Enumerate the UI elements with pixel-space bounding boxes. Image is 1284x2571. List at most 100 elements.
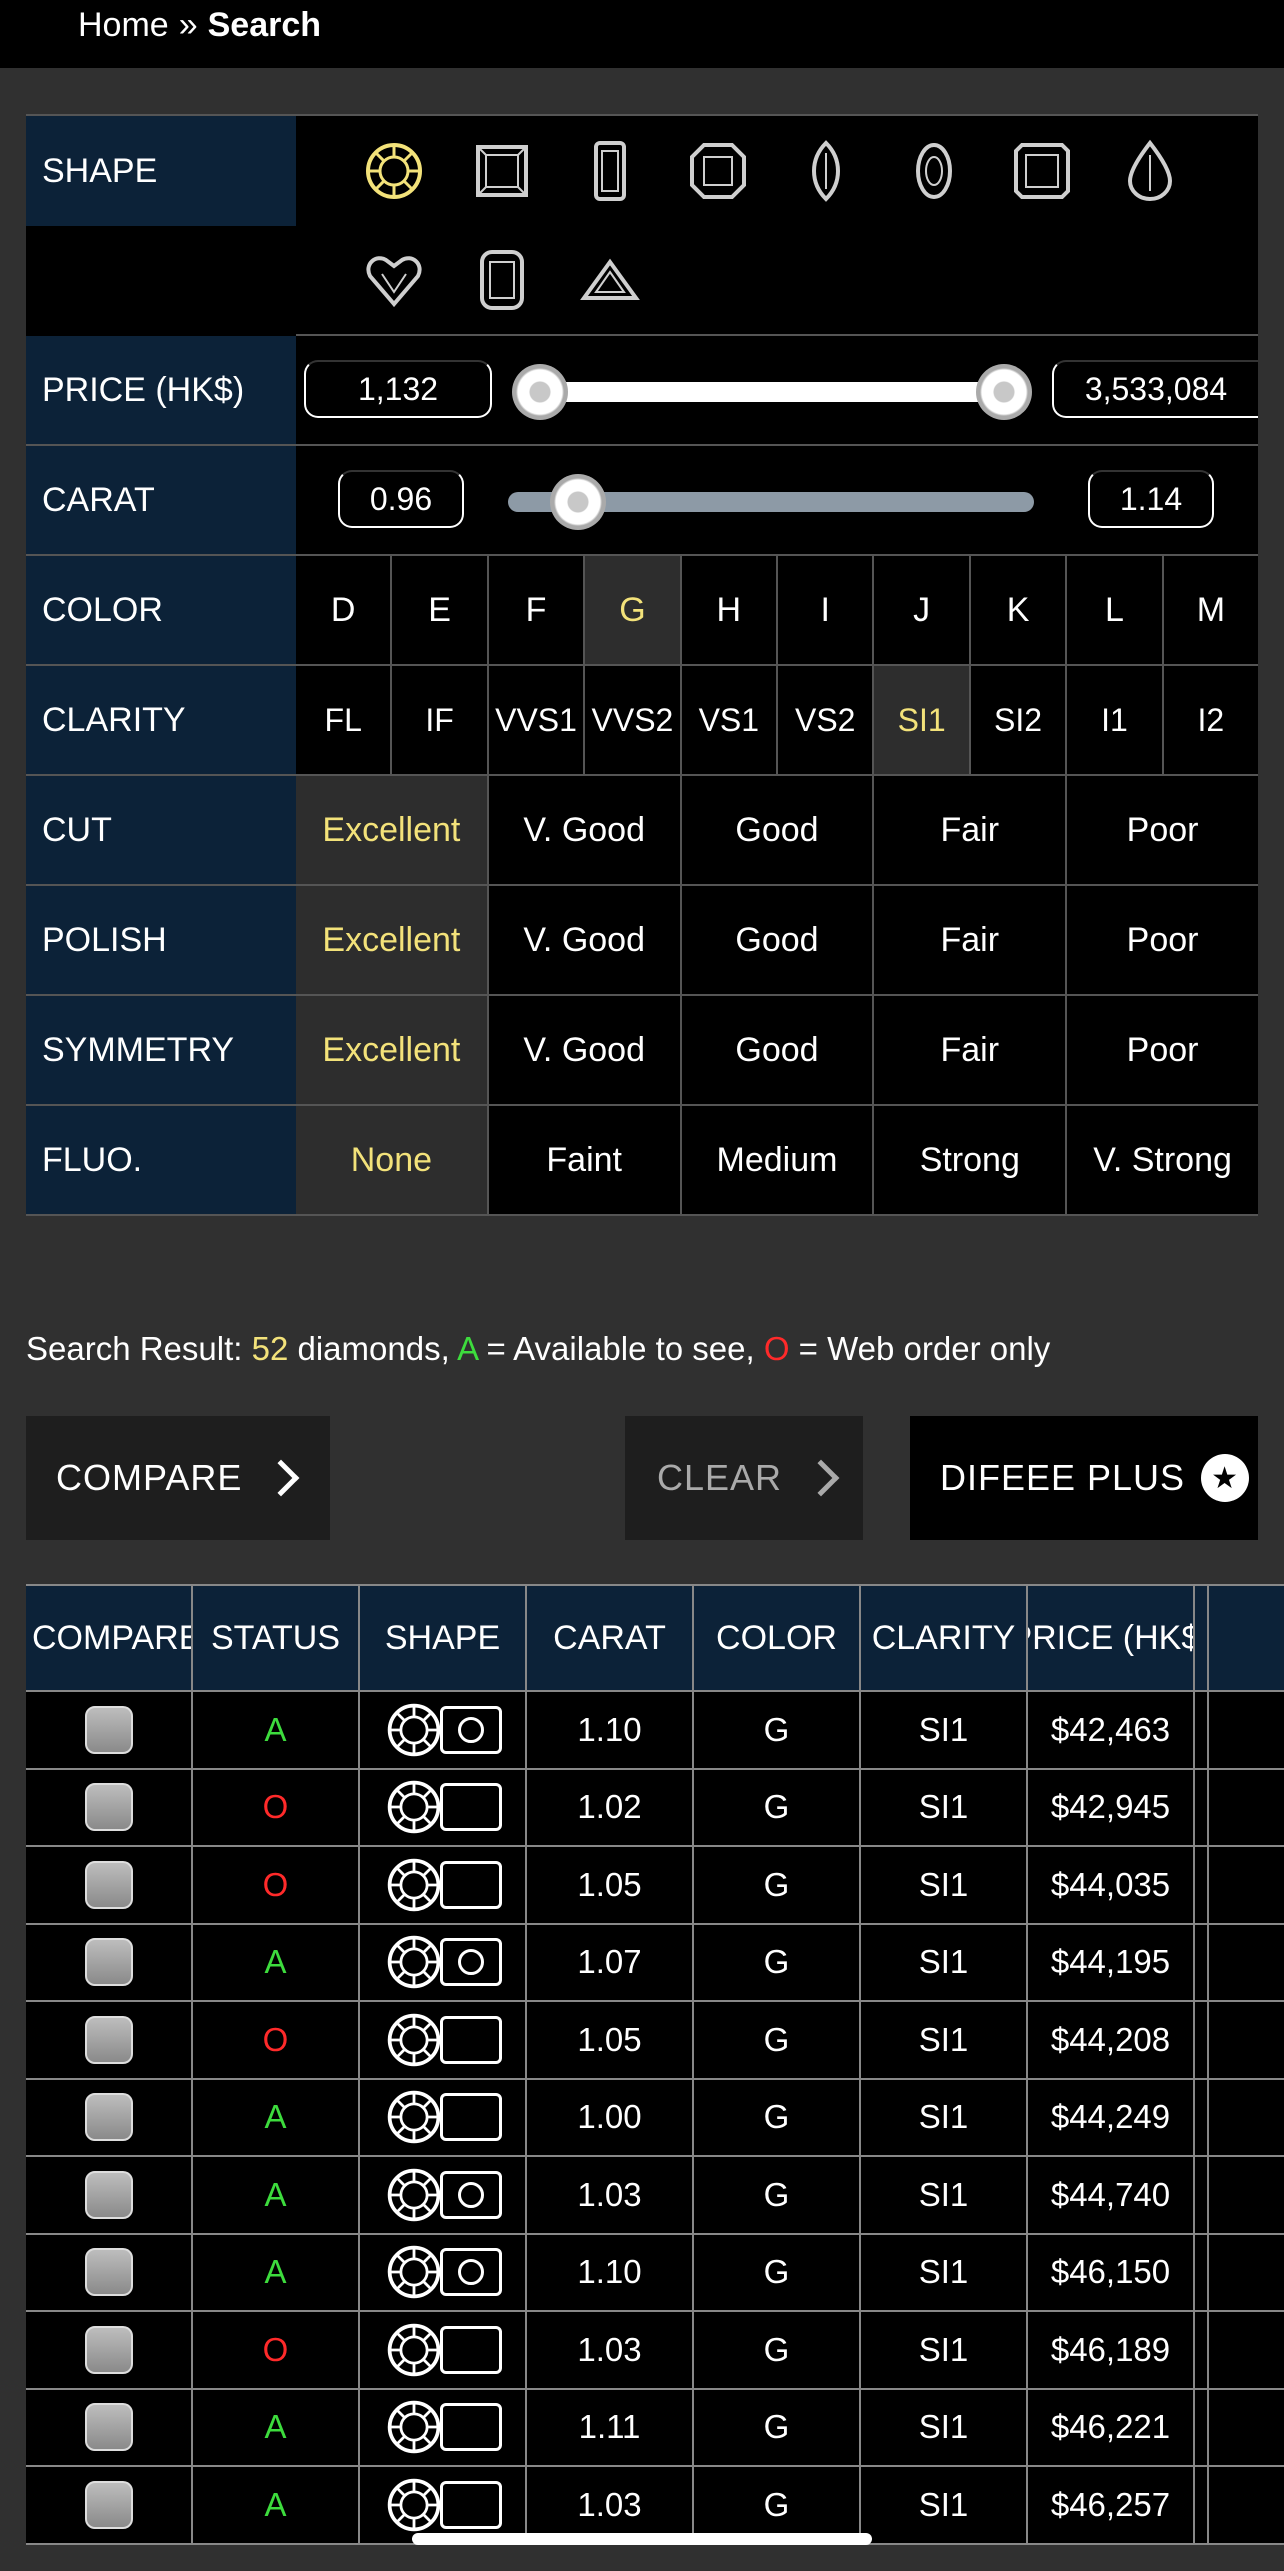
- clarity-option[interactable]: SI2: [968, 666, 1065, 774]
- round-shape-icon[interactable]: [340, 131, 448, 211]
- compare-checkbox[interactable]: [84, 1860, 133, 1909]
- color-option[interactable]: J: [872, 556, 968, 664]
- shape-cell[interactable]: [360, 2079, 527, 2155]
- shape-cell[interactable]: [360, 2234, 527, 2310]
- compare-checkbox[interactable]: [84, 2093, 133, 2142]
- clarity-option[interactable]: VS2: [776, 666, 872, 774]
- princess-shape-icon[interactable]: [448, 131, 556, 211]
- radiant-shape-icon[interactable]: [988, 131, 1096, 211]
- polish-option[interactable]: Good: [679, 886, 873, 994]
- emerald-shape-icon[interactable]: [556, 131, 664, 211]
- polish-option[interactable]: Fair: [872, 886, 1065, 994]
- carat-min-handle[interactable]: [550, 474, 606, 530]
- shape-cell[interactable]: [360, 1847, 527, 1923]
- shape-cell[interactable]: [360, 2467, 527, 2543]
- clarity-option[interactable]: FL: [296, 666, 390, 774]
- compare-checkbox[interactable]: [84, 1783, 133, 1832]
- column-header[interactable]: CARAT: [527, 1586, 694, 1690]
- table-row[interactable]: A 1.10 G SI1 $46,150: [26, 2234, 1284, 2312]
- cut-option[interactable]: V. Good: [486, 776, 680, 884]
- cushion-shape-icon[interactable]: [448, 240, 556, 320]
- polish-option[interactable]: Poor: [1065, 886, 1258, 994]
- clarity-option[interactable]: I1: [1065, 666, 1161, 774]
- camera-icon[interactable]: [439, 1938, 502, 1987]
- fluo-option[interactable]: Faint: [486, 1106, 680, 1214]
- carat-min-input[interactable]: 0.96: [338, 470, 464, 528]
- cut-option[interactable]: Excellent: [296, 776, 487, 884]
- image-frame-icon[interactable]: [439, 2325, 502, 2374]
- shape-cell[interactable]: [360, 2157, 527, 2233]
- image-frame-icon[interactable]: [439, 1783, 502, 1832]
- column-header[interactable]: STATUS: [193, 1586, 360, 1690]
- compare-checkbox[interactable]: [84, 2325, 133, 2374]
- table-row[interactable]: O 1.05 G SI1 $44,035: [26, 1847, 1284, 1925]
- compare-checkbox[interactable]: [84, 1705, 133, 1754]
- trillion-shape-icon[interactable]: [556, 240, 664, 320]
- color-option[interactable]: G: [583, 556, 680, 664]
- clarity-option[interactable]: SI1: [872, 666, 969, 774]
- shape-cell[interactable]: [360, 1769, 527, 1845]
- fluo-option[interactable]: None: [296, 1106, 487, 1214]
- fluo-option[interactable]: Medium: [679, 1106, 873, 1214]
- column-header[interactable]: COMPARE: [26, 1586, 193, 1690]
- table-row[interactable]: A 1.10 G SI1 $42,463: [26, 1692, 1284, 1770]
- shape-cell[interactable]: [360, 2312, 527, 2388]
- shape-cell[interactable]: [360, 2002, 527, 2078]
- column-header[interactable]: CLARITY: [861, 1586, 1028, 1690]
- price-slider-track[interactable]: [532, 382, 1002, 402]
- price-min-input[interactable]: 1,132: [304, 360, 492, 418]
- image-frame-icon[interactable]: [439, 1860, 502, 1909]
- color-option[interactable]: H: [679, 556, 776, 664]
- clear-button[interactable]: CLEAR: [625, 1416, 863, 1540]
- asscher-shape-icon[interactable]: [664, 131, 772, 211]
- shape-cell[interactable]: [360, 2389, 527, 2465]
- symmetry-option[interactable]: V. Good: [486, 996, 680, 1104]
- clarity-option[interactable]: VS1: [679, 666, 776, 774]
- compare-button[interactable]: COMPARE: [26, 1416, 330, 1540]
- table-row[interactable]: A 1.00 G SI1 $44,249: [26, 2079, 1284, 2157]
- fluo-option[interactable]: Strong: [872, 1106, 1065, 1214]
- camera-icon[interactable]: [439, 1705, 502, 1754]
- fluo-option[interactable]: V. Strong: [1065, 1106, 1258, 1214]
- polish-option[interactable]: V. Good: [486, 886, 680, 994]
- camera-icon[interactable]: [439, 2248, 502, 2297]
- price-max-handle[interactable]: [976, 364, 1032, 420]
- table-row[interactable]: O 1.03 G SI1 $46,189: [26, 2312, 1284, 2390]
- difeee-plus-button[interactable]: DIFEEE PLUS ★: [910, 1416, 1258, 1540]
- table-row[interactable]: O 1.05 G SI1 $44,208: [26, 2002, 1284, 2080]
- compare-checkbox[interactable]: [84, 1938, 133, 1987]
- color-option[interactable]: F: [486, 556, 583, 664]
- marquise-shape-icon[interactable]: [772, 131, 880, 211]
- polish-option[interactable]: Excellent: [296, 886, 487, 994]
- clarity-option[interactable]: IF: [390, 666, 486, 774]
- symmetry-option[interactable]: Good: [679, 996, 873, 1104]
- table-row[interactable]: A 1.03 G SI1 $44,740: [26, 2157, 1284, 2235]
- shape-cell[interactable]: [360, 1692, 527, 1768]
- carat-max-input[interactable]: 1.14: [1088, 470, 1214, 528]
- table-row[interactable]: A 1.07 G SI1 $44,195: [26, 1924, 1284, 2002]
- column-header[interactable]: SHAPE: [360, 1586, 527, 1690]
- cut-option[interactable]: Fair: [872, 776, 1065, 884]
- clarity-option[interactable]: I2: [1161, 666, 1258, 774]
- symmetry-option[interactable]: Fair: [872, 996, 1065, 1104]
- color-option[interactable]: D: [296, 556, 390, 664]
- column-header[interactable]: PRICE (HK$): [1028, 1586, 1195, 1690]
- heart-shape-icon[interactable]: [340, 240, 448, 320]
- compare-checkbox[interactable]: [84, 2480, 133, 2529]
- oval-shape-icon[interactable]: [880, 131, 988, 211]
- breadcrumb-home-link[interactable]: Home: [78, 6, 169, 44]
- shape-cell[interactable]: [360, 1924, 527, 2000]
- table-row[interactable]: A 1.11 G SI1 $46,221: [26, 2389, 1284, 2467]
- color-option[interactable]: I: [776, 556, 872, 664]
- color-option[interactable]: M: [1161, 556, 1258, 664]
- cut-option[interactable]: Good: [679, 776, 873, 884]
- compare-checkbox[interactable]: [84, 2248, 133, 2297]
- color-option[interactable]: K: [968, 556, 1065, 664]
- cut-option[interactable]: Poor: [1065, 776, 1258, 884]
- compare-checkbox[interactable]: [84, 2015, 133, 2064]
- image-frame-icon[interactable]: [439, 2403, 502, 2452]
- color-option[interactable]: L: [1065, 556, 1161, 664]
- compare-checkbox[interactable]: [84, 2403, 133, 2452]
- price-min-handle[interactable]: [512, 364, 568, 420]
- color-option[interactable]: E: [390, 556, 486, 664]
